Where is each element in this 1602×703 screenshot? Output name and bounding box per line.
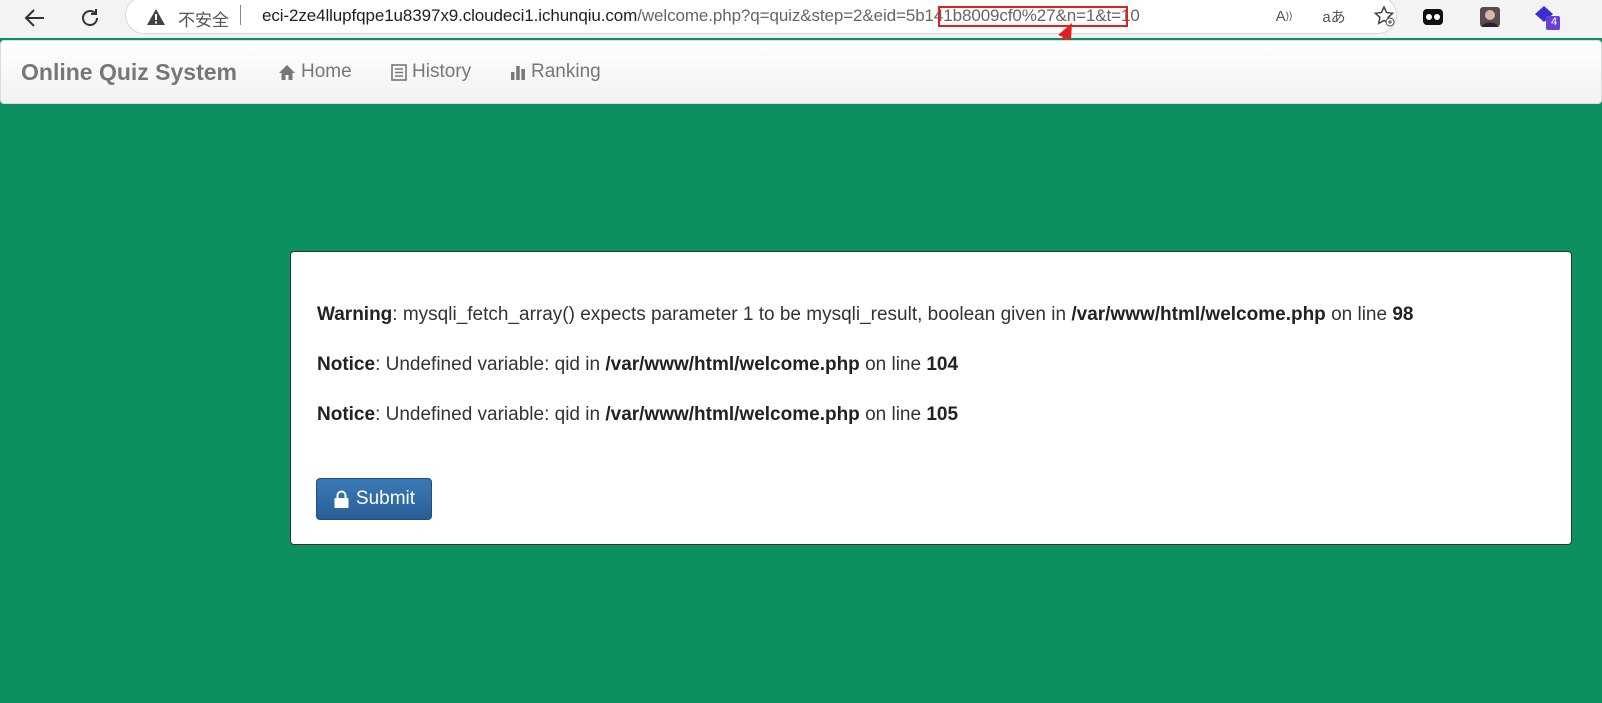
translate-icon[interactable]: aあ	[1322, 4, 1346, 28]
insecure-label[interactable]: 不安全	[178, 6, 229, 31]
profile-avatar[interactable]	[1477, 4, 1503, 30]
brand-link[interactable]: Online Quiz System	[21, 59, 237, 86]
browser-toolbar: 不安全 eci-2ze4llupfqpe1u8397x9.cloudeci1.i…	[0, 0, 1602, 38]
url-highlight-box	[938, 6, 1128, 27]
nav-ranking[interactable]: Ranking	[510, 61, 601, 83]
reload-icon	[82, 9, 98, 26]
read-aloud-icon[interactable]: A))	[1272, 4, 1296, 28]
php-notice-message: Notice: Undefined variable: qid in /var/…	[317, 354, 959, 375]
back-arrow-icon	[24, 9, 44, 27]
extension-icon[interactable]	[1420, 4, 1446, 30]
nav-history[interactable]: History	[391, 61, 471, 83]
php-notice-message: Notice: Undefined variable: qid in /var/…	[317, 404, 959, 425]
quiz-panel: Warning: mysqli_fetch_array() expects pa…	[290, 251, 1572, 545]
address-separator	[240, 5, 241, 25]
translate-glyph: aあ	[1322, 8, 1346, 26]
site-navbar: Online Quiz System Home History Ranking	[0, 40, 1602, 104]
php-warning-message: Warning: mysqli_fetch_array() expects pa…	[317, 304, 1414, 325]
extension-badge-count: 4	[1551, 16, 1558, 28]
favorite-icon[interactable]	[1372, 4, 1396, 28]
submit-button[interactable]: Submit	[316, 478, 432, 520]
back-button[interactable]	[20, 3, 50, 33]
lock-icon	[334, 490, 349, 508]
nav-home-label: Home	[301, 61, 352, 82]
nav-ranking-label: Ranking	[531, 61, 601, 82]
home-icon	[279, 64, 295, 80]
warning-icon[interactable]	[146, 8, 166, 26]
list-icon	[391, 63, 407, 81]
url-host: eci-2ze4llupfqpe1u8397x9.cloudeci1.ichun…	[262, 6, 638, 25]
nav-history-label: History	[412, 61, 472, 82]
address-bar[interactable]: 不安全 eci-2ze4llupfqpe1u8397x9.cloudeci1.i…	[125, 0, 1397, 34]
read-aloud-glyph: A	[1275, 7, 1286, 25]
bar-chart-icon	[511, 66, 525, 80]
reload-button[interactable]	[75, 3, 105, 33]
nav-home[interactable]: Home	[278, 61, 352, 83]
submit-label: Submit	[355, 488, 416, 509]
extensions-badge-icon[interactable]: 4	[1532, 4, 1560, 30]
